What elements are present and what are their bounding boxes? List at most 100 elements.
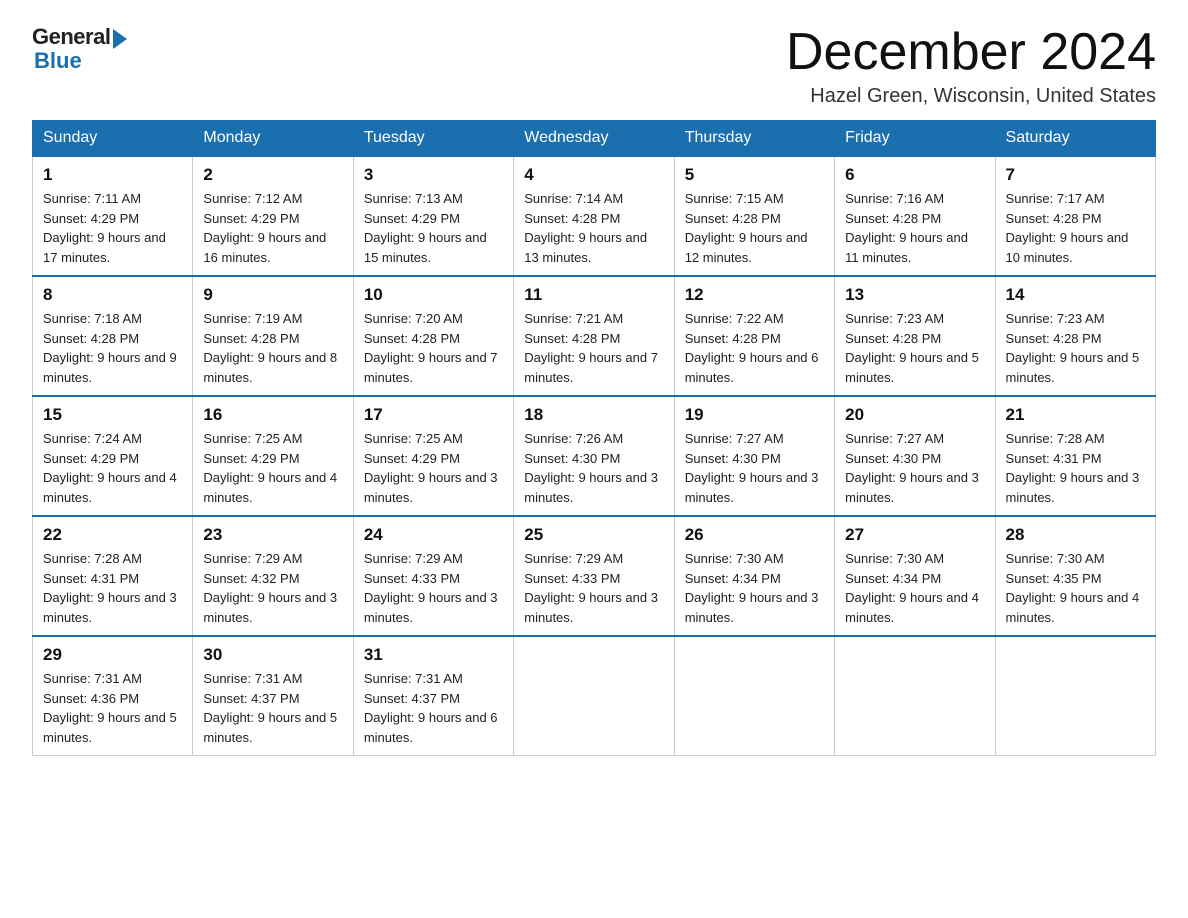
table-row: 20 Sunrise: 7:27 AMSunset: 4:30 PMDaylig…: [835, 396, 995, 516]
title-block: December 2024 Hazel Green, Wisconsin, Un…: [786, 24, 1156, 108]
day-info: Sunrise: 7:22 AMSunset: 4:28 PMDaylight:…: [685, 311, 819, 385]
table-row: 22 Sunrise: 7:28 AMSunset: 4:31 PMDaylig…: [33, 516, 193, 636]
table-row: [674, 636, 834, 756]
day-info: Sunrise: 7:29 AMSunset: 4:33 PMDaylight:…: [364, 551, 498, 625]
day-number: 3: [364, 165, 503, 185]
table-row: 2 Sunrise: 7:12 AMSunset: 4:29 PMDayligh…: [193, 156, 353, 276]
day-info: Sunrise: 7:12 AMSunset: 4:29 PMDaylight:…: [203, 191, 326, 265]
day-info: Sunrise: 7:26 AMSunset: 4:30 PMDaylight:…: [524, 431, 658, 505]
calendar-week-row: 22 Sunrise: 7:28 AMSunset: 4:31 PMDaylig…: [33, 516, 1156, 636]
table-row: 23 Sunrise: 7:29 AMSunset: 4:32 PMDaylig…: [193, 516, 353, 636]
day-info: Sunrise: 7:30 AMSunset: 4:34 PMDaylight:…: [685, 551, 819, 625]
day-number: 25: [524, 525, 663, 545]
table-row: 5 Sunrise: 7:15 AMSunset: 4:28 PMDayligh…: [674, 156, 834, 276]
table-row: 10 Sunrise: 7:20 AMSunset: 4:28 PMDaylig…: [353, 276, 513, 396]
day-info: Sunrise: 7:25 AMSunset: 4:29 PMDaylight:…: [364, 431, 498, 505]
col-tuesday: Tuesday: [353, 121, 513, 157]
day-info: Sunrise: 7:13 AMSunset: 4:29 PMDaylight:…: [364, 191, 487, 265]
day-number: 13: [845, 285, 984, 305]
table-row: 6 Sunrise: 7:16 AMSunset: 4:28 PMDayligh…: [835, 156, 995, 276]
table-row: 19 Sunrise: 7:27 AMSunset: 4:30 PMDaylig…: [674, 396, 834, 516]
day-info: Sunrise: 7:29 AMSunset: 4:32 PMDaylight:…: [203, 551, 337, 625]
day-number: 4: [524, 165, 663, 185]
logo-blue-text: Blue: [34, 48, 82, 74]
day-info: Sunrise: 7:16 AMSunset: 4:28 PMDaylight:…: [845, 191, 968, 265]
day-number: 2: [203, 165, 342, 185]
day-number: 19: [685, 405, 824, 425]
day-number: 27: [845, 525, 984, 545]
table-row: 17 Sunrise: 7:25 AMSunset: 4:29 PMDaylig…: [353, 396, 513, 516]
day-number: 23: [203, 525, 342, 545]
table-row: 14 Sunrise: 7:23 AMSunset: 4:28 PMDaylig…: [995, 276, 1155, 396]
day-number: 21: [1006, 405, 1145, 425]
day-info: Sunrise: 7:19 AMSunset: 4:28 PMDaylight:…: [203, 311, 337, 385]
day-info: Sunrise: 7:30 AMSunset: 4:35 PMDaylight:…: [1006, 551, 1140, 625]
day-number: 10: [364, 285, 503, 305]
day-info: Sunrise: 7:27 AMSunset: 4:30 PMDaylight:…: [845, 431, 979, 505]
day-info: Sunrise: 7:31 AMSunset: 4:36 PMDaylight:…: [43, 671, 177, 745]
day-number: 22: [43, 525, 182, 545]
day-info: Sunrise: 7:30 AMSunset: 4:34 PMDaylight:…: [845, 551, 979, 625]
table-row: 4 Sunrise: 7:14 AMSunset: 4:28 PMDayligh…: [514, 156, 674, 276]
location-subtitle: Hazel Green, Wisconsin, United States: [786, 85, 1156, 108]
day-number: 8: [43, 285, 182, 305]
page-header: General Blue December 2024 Hazel Green, …: [32, 24, 1156, 108]
col-monday: Monday: [193, 121, 353, 157]
day-number: 18: [524, 405, 663, 425]
day-info: Sunrise: 7:11 AMSunset: 4:29 PMDaylight:…: [43, 191, 166, 265]
day-info: Sunrise: 7:17 AMSunset: 4:28 PMDaylight:…: [1006, 191, 1129, 265]
day-info: Sunrise: 7:24 AMSunset: 4:29 PMDaylight:…: [43, 431, 177, 505]
calendar-header-row: Sunday Monday Tuesday Wednesday Thursday…: [33, 121, 1156, 157]
day-info: Sunrise: 7:31 AMSunset: 4:37 PMDaylight:…: [203, 671, 337, 745]
calendar-week-row: 1 Sunrise: 7:11 AMSunset: 4:29 PMDayligh…: [33, 156, 1156, 276]
calendar-week-row: 15 Sunrise: 7:24 AMSunset: 4:29 PMDaylig…: [33, 396, 1156, 516]
table-row: 9 Sunrise: 7:19 AMSunset: 4:28 PMDayligh…: [193, 276, 353, 396]
day-number: 9: [203, 285, 342, 305]
table-row: 25 Sunrise: 7:29 AMSunset: 4:33 PMDaylig…: [514, 516, 674, 636]
col-friday: Friday: [835, 121, 995, 157]
day-info: Sunrise: 7:27 AMSunset: 4:30 PMDaylight:…: [685, 431, 819, 505]
day-info: Sunrise: 7:15 AMSunset: 4:28 PMDaylight:…: [685, 191, 808, 265]
calendar-table: Sunday Monday Tuesday Wednesday Thursday…: [32, 120, 1156, 756]
table-row: 1 Sunrise: 7:11 AMSunset: 4:29 PMDayligh…: [33, 156, 193, 276]
day-info: Sunrise: 7:31 AMSunset: 4:37 PMDaylight:…: [364, 671, 498, 745]
table-row: 13 Sunrise: 7:23 AMSunset: 4:28 PMDaylig…: [835, 276, 995, 396]
day-number: 28: [1006, 525, 1145, 545]
table-row: 11 Sunrise: 7:21 AMSunset: 4:28 PMDaylig…: [514, 276, 674, 396]
table-row: 3 Sunrise: 7:13 AMSunset: 4:29 PMDayligh…: [353, 156, 513, 276]
day-number: 15: [43, 405, 182, 425]
table-row: 30 Sunrise: 7:31 AMSunset: 4:37 PMDaylig…: [193, 636, 353, 756]
day-info: Sunrise: 7:28 AMSunset: 4:31 PMDaylight:…: [43, 551, 177, 625]
table-row: 7 Sunrise: 7:17 AMSunset: 4:28 PMDayligh…: [995, 156, 1155, 276]
table-row: 21 Sunrise: 7:28 AMSunset: 4:31 PMDaylig…: [995, 396, 1155, 516]
table-row: 31 Sunrise: 7:31 AMSunset: 4:37 PMDaylig…: [353, 636, 513, 756]
logo-general-text: General: [32, 24, 110, 50]
day-number: 30: [203, 645, 342, 665]
table-row: 26 Sunrise: 7:30 AMSunset: 4:34 PMDaylig…: [674, 516, 834, 636]
day-info: Sunrise: 7:29 AMSunset: 4:33 PMDaylight:…: [524, 551, 658, 625]
day-number: 14: [1006, 285, 1145, 305]
col-thursday: Thursday: [674, 121, 834, 157]
day-number: 20: [845, 405, 984, 425]
day-number: 7: [1006, 165, 1145, 185]
month-title: December 2024: [786, 24, 1156, 81]
day-info: Sunrise: 7:28 AMSunset: 4:31 PMDaylight:…: [1006, 431, 1140, 505]
day-number: 17: [364, 405, 503, 425]
table-row: 16 Sunrise: 7:25 AMSunset: 4:29 PMDaylig…: [193, 396, 353, 516]
table-row: 29 Sunrise: 7:31 AMSunset: 4:36 PMDaylig…: [33, 636, 193, 756]
day-info: Sunrise: 7:18 AMSunset: 4:28 PMDaylight:…: [43, 311, 177, 385]
logo-arrow-icon: [113, 29, 127, 49]
col-sunday: Sunday: [33, 121, 193, 157]
day-number: 5: [685, 165, 824, 185]
day-number: 31: [364, 645, 503, 665]
day-info: Sunrise: 7:21 AMSunset: 4:28 PMDaylight:…: [524, 311, 658, 385]
table-row: 15 Sunrise: 7:24 AMSunset: 4:29 PMDaylig…: [33, 396, 193, 516]
day-info: Sunrise: 7:23 AMSunset: 4:28 PMDaylight:…: [845, 311, 979, 385]
logo: General Blue: [32, 24, 127, 74]
calendar-week-row: 29 Sunrise: 7:31 AMSunset: 4:36 PMDaylig…: [33, 636, 1156, 756]
col-wednesday: Wednesday: [514, 121, 674, 157]
table-row: 24 Sunrise: 7:29 AMSunset: 4:33 PMDaylig…: [353, 516, 513, 636]
day-number: 6: [845, 165, 984, 185]
calendar-week-row: 8 Sunrise: 7:18 AMSunset: 4:28 PMDayligh…: [33, 276, 1156, 396]
table-row: [835, 636, 995, 756]
